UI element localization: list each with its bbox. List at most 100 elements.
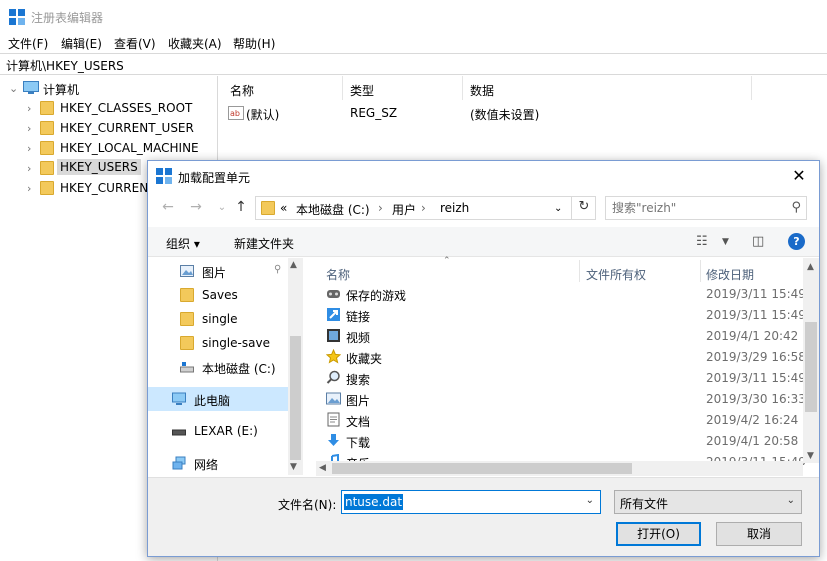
column-separator[interactable] [342,76,343,100]
file-row[interactable]: 保存的游戏 2019/3/11 15:49 [316,283,806,304]
file-row[interactable]: 收藏夹 2019/3/29 16:58 [316,346,806,367]
chevron-down-icon[interactable]: ⌄ [586,495,594,506]
file-name: 下载 [346,436,371,450]
search-input[interactable] [612,200,782,216]
up-arrow-icon[interactable]: ↑ [231,199,251,215]
chevron-right-icon[interactable]: › [27,162,31,175]
cancel-button[interactable]: 取消 [716,522,802,546]
forward-arrow-icon[interactable]: → [186,199,206,215]
file-row[interactable]: 下载 2019/4/1 20:58 [316,430,806,451]
pin-icon[interactable]: ⚲ [274,264,281,275]
menu-file[interactable]: 文件(F) [8,35,48,52]
nav-item-single-save[interactable]: single-save [148,332,288,354]
string-value-icon: ab [228,106,244,120]
search-icon[interactable]: ⚲ [791,200,801,215]
chevron-right-icon[interactable]: › [27,122,31,135]
filename-field[interactable]: ntuse.dat ⌄ [341,490,601,514]
breadcrumb-overflow[interactable]: « [280,201,287,215]
chevron-right-icon[interactable]: › [378,201,383,215]
chevron-right-icon[interactable]: › [27,102,31,115]
regedit-title: 注册表编辑器 [31,11,104,25]
scroll-up-icon[interactable]: ▲ [807,262,814,272]
scroll-left-icon[interactable]: ◀ [319,463,326,473]
column-separator[interactable] [751,76,752,100]
file-list-header: ⌃ 名称 文件所有权 修改日期 [316,256,806,284]
chevron-down-icon[interactable]: ⌄ [787,495,795,506]
view-options-icon[interactable]: ☷ [696,234,708,249]
organize-button[interactable]: 组织 ▾ [166,235,200,252]
column-header-name[interactable]: 名称 [326,266,350,283]
file-row[interactable]: 视频 2019/4/1 20:42 [316,325,806,346]
file-row[interactable]: 搜索 2019/3/11 15:49 [316,367,806,388]
dialog-titlebar[interactable]: 加载配置单元 ✕ [148,161,819,191]
help-icon[interactable]: ? [788,233,805,250]
tree-item-hkey-classes-root[interactable]: › HKEY_CLASSES_ROOT [0,98,218,118]
nav-item-local-disk-c[interactable]: 本地磁盘 (C:) [148,356,288,378]
network-icon [172,456,186,470]
nav-item-pictures[interactable]: 图片 ⚲ [148,260,288,282]
column-separator[interactable] [700,260,701,282]
filename-input[interactable]: ntuse.dat [344,494,404,510]
column-header-modified[interactable]: 修改日期 [706,266,754,283]
scroll-thumb[interactable] [290,336,301,460]
recent-dropdown-icon[interactable]: ⌄ [212,202,232,213]
column-separator[interactable] [579,260,580,282]
breadcrumb-item-users[interactable]: 用户 [392,201,416,218]
column-header-data[interactable]: 数据 [470,82,494,99]
value-type: REG_SZ [350,106,398,120]
links-icon [327,308,340,321]
filetype-value: 所有文件 [620,497,669,511]
sort-ascending-icon: ⌃ [443,256,451,266]
scroll-down-icon[interactable]: ▼ [290,462,297,472]
navigation-pane: 图片 ⚲ Saves single single-save 本地磁盘 (C:) … [148,258,303,475]
chevron-right-icon[interactable]: › [27,182,31,195]
open-button[interactable]: 打开(O) [616,522,701,546]
new-folder-button[interactable]: 新建文件夹 [234,235,294,252]
chevron-right-icon[interactable]: › [421,201,426,215]
chevron-down-icon[interactable]: ⌄ [9,82,18,95]
menu-favorites[interactable]: 收藏夹(A) [168,35,222,52]
nav-item-network[interactable]: 网络 [148,452,288,474]
regedit-address-bar[interactable]: 计算机\HKEY_USERS [0,53,827,75]
chevron-down-icon[interactable]: ⌄ [554,203,562,214]
value-row[interactable]: ab (默认) REG_SZ (数值未设置) [220,104,827,124]
menu-edit[interactable]: 编辑(E) [61,35,102,52]
breadcrumb-item-reizh[interactable]: reizh [440,201,469,215]
nav-item-lexar[interactable]: LEXAR (E:) [148,420,288,442]
nav-scrollbar[interactable]: ▲ ▼ [288,258,303,475]
scroll-down-icon[interactable]: ▼ [807,451,814,461]
preview-pane-icon[interactable]: ◫ [752,234,764,249]
breadcrumb-item-c-drive[interactable]: 本地磁盘 (C:) [296,201,370,218]
close-icon[interactable]: ✕ [789,166,809,186]
column-header-type[interactable]: 类型 [350,82,374,99]
search-field[interactable]: ⚲ [605,196,807,220]
file-row[interactable]: 图片 2019/3/30 16:33 [316,388,806,409]
nav-item-saves[interactable]: Saves [148,284,288,306]
column-header-name[interactable]: 名称 [230,82,254,99]
breadcrumb[interactable]: « 本地磁盘 (C:) › 用户 › reizh ⌄ [255,196,596,220]
refresh-icon[interactable]: ↻ [571,196,596,220]
chevron-down-icon[interactable]: ▼ [722,237,729,247]
load-hive-dialog: 加载配置单元 ✕ ← → ⌄ ↑ « 本地磁盘 (C:) › 用户 › reiz… [147,160,820,557]
column-separator[interactable] [462,76,463,100]
file-list-horizontal-scrollbar[interactable]: ◀ [316,461,803,476]
column-header-owner[interactable]: 文件所有权 [586,266,646,283]
scroll-up-icon[interactable]: ▲ [290,260,297,270]
nav-item-this-pc[interactable]: 此电脑 [148,387,288,411]
folder-icon [40,181,54,195]
menu-help[interactable]: 帮助(H) [233,35,275,52]
chevron-right-icon[interactable]: › [27,142,31,155]
tree-item-hkey-current-user[interactable]: › HKEY_CURRENT_USER [0,118,218,138]
scroll-thumb[interactable] [805,322,817,412]
file-list-vertical-scrollbar[interactable]: ▲ ▼ [803,258,819,463]
scroll-thumb[interactable] [332,463,632,474]
tree-item-computer[interactable]: ⌄ 计算机 [0,78,218,98]
file-row[interactable]: 链接 2019/3/11 15:49 [316,304,806,325]
menu-view[interactable]: 查看(V) [114,35,156,52]
file-row[interactable]: 文档 2019/4/2 16:24 [316,409,806,430]
filetype-select[interactable]: 所有文件 ⌄ [614,490,802,514]
file-name: 图片 [346,394,371,408]
back-arrow-icon[interactable]: ← [158,199,178,215]
nav-item-single[interactable]: single [148,308,288,330]
tree-item-hkey-local-machine[interactable]: › HKEY_LOCAL_MACHINE [0,138,218,158]
